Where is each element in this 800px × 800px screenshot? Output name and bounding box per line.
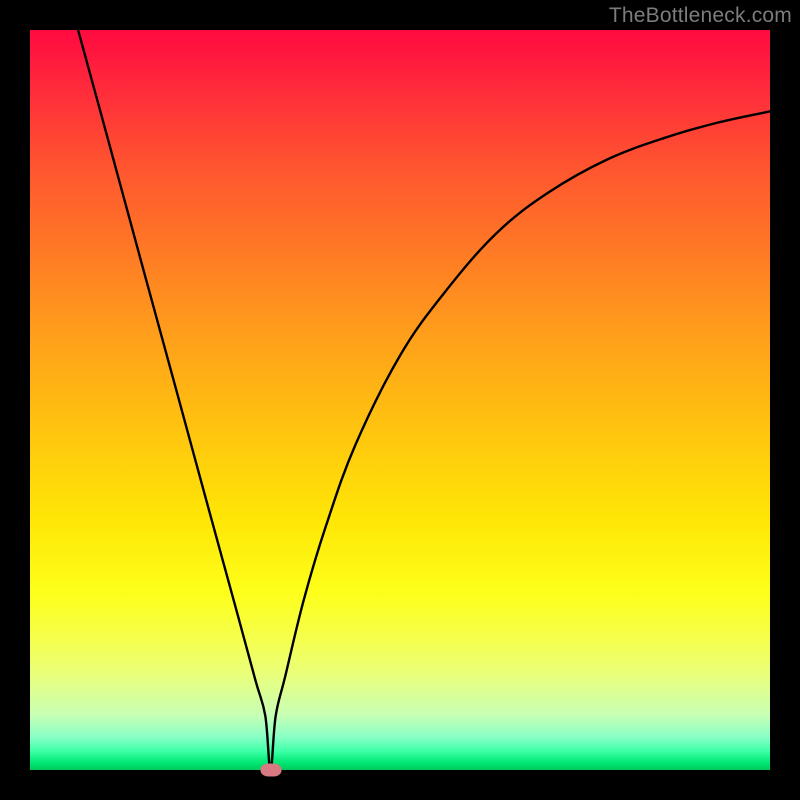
bottleneck-curve xyxy=(78,30,770,770)
plot-area xyxy=(30,30,770,770)
optimum-marker xyxy=(260,764,281,777)
chart-frame: TheBottleneck.com xyxy=(0,0,800,800)
curve-layer xyxy=(30,30,770,770)
watermark-text: TheBottleneck.com xyxy=(609,4,792,28)
